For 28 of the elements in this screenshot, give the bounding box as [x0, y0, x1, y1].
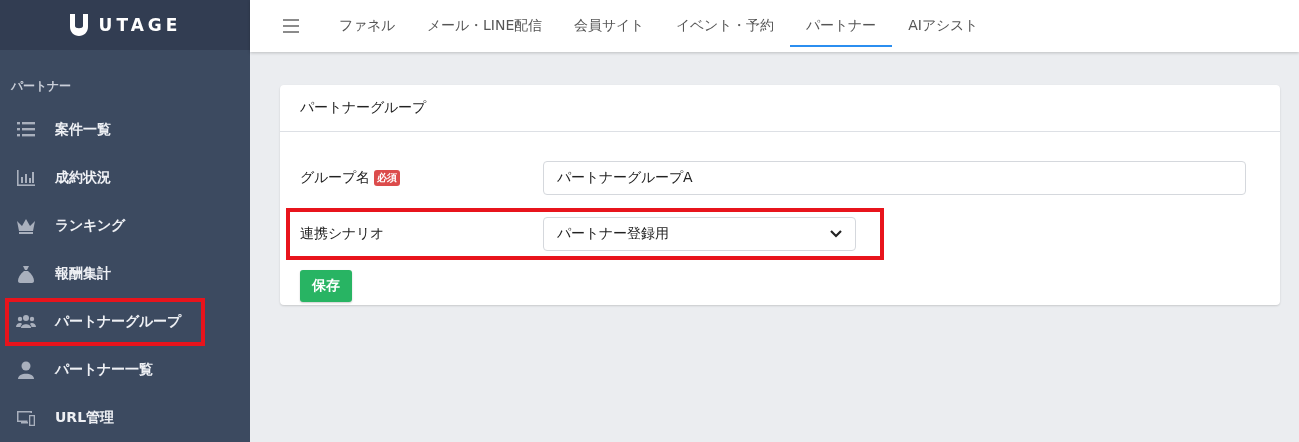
- nav-tab[interactable]: AIアシスト: [892, 0, 994, 52]
- nav-tab[interactable]: メール・LINE配信: [411, 0, 559, 52]
- sidebar-item[interactable]: パートナー一覧: [5, 346, 205, 394]
- sidebar-item[interactable]: ランキング: [5, 202, 205, 250]
- input-field[interactable]: パートナーグループA: [543, 161, 1246, 195]
- nav-tab[interactable]: イベント・予約: [660, 0, 791, 52]
- money-bag-icon: [15, 264, 37, 284]
- logo-icon: [68, 12, 89, 37]
- nav-tab[interactable]: ファネル: [323, 0, 411, 52]
- user-icon: [15, 360, 37, 380]
- devices-icon: [15, 408, 37, 428]
- sidebar-item[interactable]: 報酬集計: [5, 250, 205, 298]
- required-badge: 必須: [374, 170, 400, 186]
- sidebar-item[interactable]: 成約状況: [5, 154, 205, 202]
- chevron-down-icon: [830, 230, 842, 238]
- card-title: パートナーグループ: [280, 85, 1280, 132]
- scenario-select[interactable]: パートナー登録用: [543, 217, 856, 251]
- sidebar-item[interactable]: URL管理: [5, 394, 205, 442]
- bar-chart-icon: [15, 168, 37, 188]
- sidebar-item[interactable]: 案件一覧: [5, 106, 205, 154]
- field-label: 連携シナリオ: [300, 225, 384, 243]
- nav-tab[interactable]: 会員サイト: [558, 0, 661, 52]
- brand-name: UTAGE: [98, 14, 182, 35]
- nav-tab[interactable]: パートナー: [790, 5, 893, 47]
- sidebar-item[interactable]: パートナーグループ: [5, 298, 205, 346]
- field-label: グループ名: [300, 169, 370, 187]
- menu-icon[interactable]: [283, 19, 299, 33]
- section-heading: パートナー: [11, 77, 71, 95]
